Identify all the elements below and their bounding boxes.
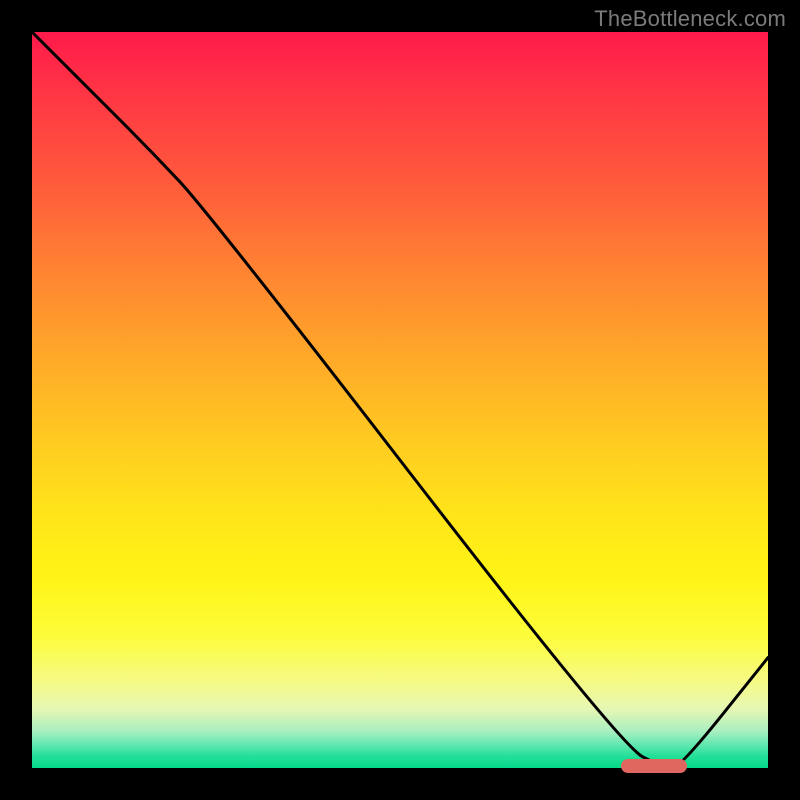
- chart-frame: TheBottleneck.com: [0, 0, 800, 800]
- bottleneck-curve: [32, 32, 768, 768]
- curve-path: [32, 32, 768, 768]
- watermark-text: TheBottleneck.com: [594, 6, 786, 32]
- optimal-range-marker: [621, 759, 687, 773]
- plot-area: [32, 32, 768, 768]
